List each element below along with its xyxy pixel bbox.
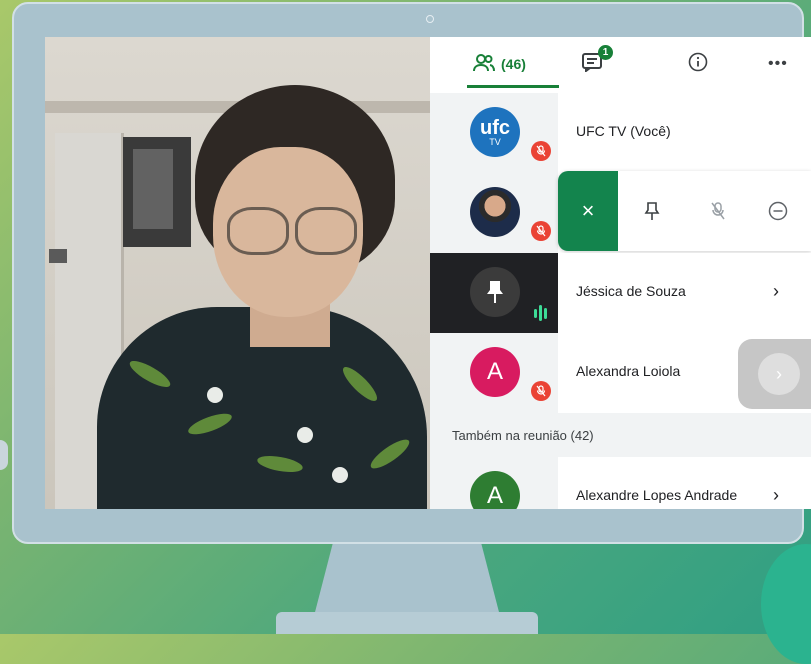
background-poster xyxy=(123,137,191,247)
participant-row-jessica[interactable]: Jéssica de Souza › xyxy=(430,253,811,333)
meet-screen: (46) 1 ••• ufc TV UFC TV (Você) × Jéssic… xyxy=(45,37,811,509)
chevron-right-icon[interactable]: › xyxy=(773,281,779,302)
chat-badge: 1 xyxy=(598,45,613,60)
participant-initial-avatar: A xyxy=(470,347,520,397)
mic-off-icon xyxy=(531,381,551,401)
mic-off-icon xyxy=(531,221,551,241)
participants-panel: (46) 1 ••• ufc TV UFC TV (Você) × Jéssic… xyxy=(430,37,811,509)
glasses-left xyxy=(227,207,289,255)
participant-name: UFC TV (Você) xyxy=(576,123,671,139)
main-video-feed[interactable] xyxy=(45,37,430,509)
tab-chat[interactable]: 1 xyxy=(582,45,613,77)
glasses-right xyxy=(295,207,357,255)
tab-info[interactable] xyxy=(688,51,708,77)
more-options-button[interactable]: ••• xyxy=(768,51,788,77)
chevron-right-icon: › xyxy=(758,353,800,395)
light-switch xyxy=(49,249,67,263)
participant-photo-avatar xyxy=(470,187,520,237)
participant-row-ufc-tv[interactable]: ufc TV UFC TV (Você) xyxy=(430,93,811,173)
people-count: (46) xyxy=(501,56,526,72)
info-icon xyxy=(688,52,708,77)
participant-name: Alexandre Lopes Andrade xyxy=(576,487,738,503)
background-edge-shape xyxy=(0,440,8,470)
mic-off-icon xyxy=(531,141,551,161)
participant-initial-avatar: A xyxy=(470,471,520,509)
active-tab-indicator xyxy=(467,85,559,88)
participant-action-bar: × xyxy=(558,171,811,251)
pin-icon xyxy=(487,281,503,303)
chevron-right-icon[interactable]: › xyxy=(773,485,779,506)
tab-people[interactable]: (46) xyxy=(467,51,559,88)
section-header: Também na reunião (42) xyxy=(430,413,811,457)
monitor-stand xyxy=(314,544,500,616)
section-title: Também na reunião (42) xyxy=(452,428,594,443)
background-blob xyxy=(761,544,811,664)
participant-name: Jéssica de Souza xyxy=(576,283,686,299)
people-icon xyxy=(473,53,495,75)
mute-participant-icon[interactable] xyxy=(704,197,732,225)
pin-icon[interactable] xyxy=(638,197,666,225)
participant-name: Alexandra Loiola xyxy=(576,363,681,379)
close-actions-button[interactable]: × xyxy=(558,171,618,251)
webcam-dot xyxy=(426,15,434,23)
remove-participant-icon[interactable] xyxy=(764,197,792,225)
participant-row-alexandre[interactable]: A Alexandre Lopes Andrade › xyxy=(430,457,811,509)
ufc-logo-avatar: ufc TV xyxy=(470,107,520,157)
pinned-participant-avatar xyxy=(470,267,520,317)
monitor-stand-base xyxy=(276,612,538,634)
scroll-next-button[interactable]: › xyxy=(738,339,811,409)
panel-tabs: (46) 1 ••• xyxy=(430,37,811,91)
speaking-indicator-icon xyxy=(534,305,547,321)
